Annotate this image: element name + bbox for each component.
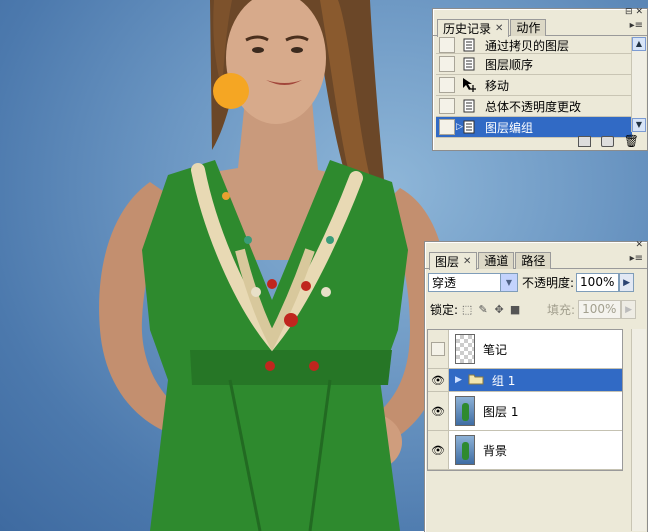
history-footer: 🗑	[433, 133, 647, 149]
new-document-from-state-icon[interactable]	[577, 135, 591, 147]
fill-label: 填充:	[547, 303, 576, 317]
tab-layers[interactable]: 图层 ✕	[429, 252, 478, 270]
tab-layers-label: 图层	[435, 254, 460, 269]
fill-value: 100%	[582, 302, 617, 316]
blend-mode-value: 穿透	[432, 276, 457, 290]
snapshot-source-checkbox[interactable]	[439, 77, 455, 93]
lock-image-icon[interactable]: ✎	[477, 303, 489, 316]
layer-thumbnail	[455, 334, 475, 364]
visibility-toggle[interactable]	[428, 330, 449, 368]
delete-state-icon[interactable]: 🗑	[624, 135, 639, 147]
tab-paths[interactable]: 路径	[515, 252, 552, 269]
tab-actions[interactable]: 动作	[510, 19, 547, 36]
fill-slider-button[interactable]: ▶	[621, 300, 637, 319]
layer-row-background[interactable]: 👁 背景	[428, 431, 622, 470]
panel-close-icon[interactable]: ⊟ ✕	[625, 8, 643, 17]
layer-name: 笔记	[483, 342, 508, 357]
new-snapshot-icon[interactable]	[600, 135, 614, 147]
lock-position-icon[interactable]: ✥	[493, 303, 505, 316]
move-tool-icon	[461, 77, 477, 93]
visibility-off-icon	[431, 342, 445, 356]
history-state-icon	[461, 98, 477, 114]
panel-close-icon[interactable]: ✕	[635, 241, 643, 250]
history-scrollbar[interactable]: ▲ ▼	[631, 37, 646, 132]
panel-menu-icon[interactable]: ▸≡	[630, 20, 643, 31]
visibility-toggle[interactable]: 👁	[428, 431, 449, 469]
layer-list: 笔记 👁 ▶ 组 1 👁 图层 1 👁 背景	[427, 329, 623, 471]
layer-thumbnail	[455, 435, 475, 465]
history-item-label: 图层顺序	[485, 57, 534, 72]
tab-actions-label: 动作	[516, 21, 541, 35]
layer-row-notes[interactable]: 笔记	[428, 330, 622, 369]
history-item-label: 总体不透明度更改	[485, 99, 582, 114]
snapshot-source-checkbox[interactable]	[439, 56, 455, 72]
history-panel-titlebar[interactable]: ⊟ ✕	[433, 8, 647, 18]
expand-triangle-icon[interactable]: ▶	[455, 375, 462, 385]
lock-fill-row: 锁定: ⬚ ✎ ✥ ■ 填充: 100% ▶	[430, 300, 637, 319]
eye-icon: 👁	[431, 404, 445, 418]
layer-name: 组 1	[491, 373, 516, 388]
visibility-toggle[interactable]: 👁	[428, 369, 449, 391]
history-item-opacity-change[interactable]: 总体不透明度更改	[436, 96, 632, 117]
tab-history[interactable]: 历史记录 ✕	[437, 19, 510, 37]
layers-scrollbar[interactable]	[631, 329, 646, 531]
blend-opacity-row: 穿透 ▼ 不透明度: 100% ▶	[428, 273, 635, 292]
scroll-up-icon[interactable]: ▲	[632, 37, 646, 51]
layers-panel: ✕ 图层 ✕ 通道 路径 ▸≡ 穿透 ▼ 不透明度: 100% ▶ 锁定: ⬚ …	[424, 241, 648, 532]
layers-panel-tabs: 图层 ✕ 通道 路径 ▸≡	[425, 251, 647, 270]
layer-row-group-1[interactable]: 👁 ▶ 组 1	[428, 369, 622, 392]
history-item-layer-order[interactable]: 图层顺序	[436, 54, 632, 75]
snapshot-source-checkbox[interactable]	[439, 98, 455, 114]
history-item-label: 通过拷贝的图层	[485, 38, 570, 53]
eye-icon: 👁	[431, 443, 445, 457]
layer-name: 图层 1	[483, 404, 519, 419]
fill-field[interactable]: 100%	[578, 300, 622, 319]
panel-menu-icon[interactable]: ▸≡	[630, 253, 643, 264]
scroll-down-icon[interactable]: ▼	[632, 118, 646, 132]
history-item-label: 移动	[485, 78, 510, 93]
layers-panel-titlebar[interactable]: ✕	[425, 241, 647, 251]
opacity-label: 不透明度:	[522, 276, 575, 290]
history-item-move[interactable]: 移动	[436, 75, 632, 96]
history-state-icon	[461, 56, 477, 72]
history-panel: ⊟ ✕ 历史记录 ✕ 动作 ▸≡ 通过拷贝的图层 图层顺序 移动 总体不透明度更…	[432, 8, 648, 151]
history-list: 通过拷贝的图层 图层顺序 移动 总体不透明度更改 ▷ 图层编组	[436, 37, 632, 138]
tab-channels-label: 通道	[484, 254, 509, 268]
tab-history-label: 历史记录	[443, 21, 492, 36]
eye-icon: 👁	[431, 373, 445, 387]
lock-all-icon[interactable]: ■	[509, 303, 521, 316]
history-panel-tabs: 历史记录 ✕ 动作 ▸≡	[433, 18, 647, 37]
layer-row-layer-1[interactable]: 👁 图层 1	[428, 392, 622, 431]
opacity-slider-button[interactable]: ▶	[619, 273, 635, 292]
lock-label: 锁定:	[430, 303, 459, 317]
tab-paths-label: 路径	[521, 254, 546, 268]
history-item-copy-layer[interactable]: 通过拷贝的图层	[436, 37, 632, 54]
folder-icon	[468, 373, 484, 388]
visibility-toggle[interactable]: 👁	[428, 392, 449, 430]
tab-channels[interactable]: 通道	[478, 252, 515, 269]
lock-transparency-icon[interactable]: ⬚	[461, 303, 473, 316]
tab-close-icon[interactable]: ✕	[495, 21, 503, 37]
snapshot-source-checkbox[interactable]	[439, 37, 455, 53]
opacity-field[interactable]: 100%	[576, 273, 620, 292]
chevron-down-icon[interactable]: ▼	[500, 274, 517, 291]
layer-thumbnail	[455, 396, 475, 426]
tab-close-icon[interactable]: ✕	[463, 254, 471, 270]
blend-mode-select[interactable]: 穿透 ▼	[428, 273, 518, 292]
layer-name: 背景	[483, 443, 508, 458]
opacity-value: 100%	[580, 275, 615, 289]
history-state-icon	[461, 37, 477, 53]
